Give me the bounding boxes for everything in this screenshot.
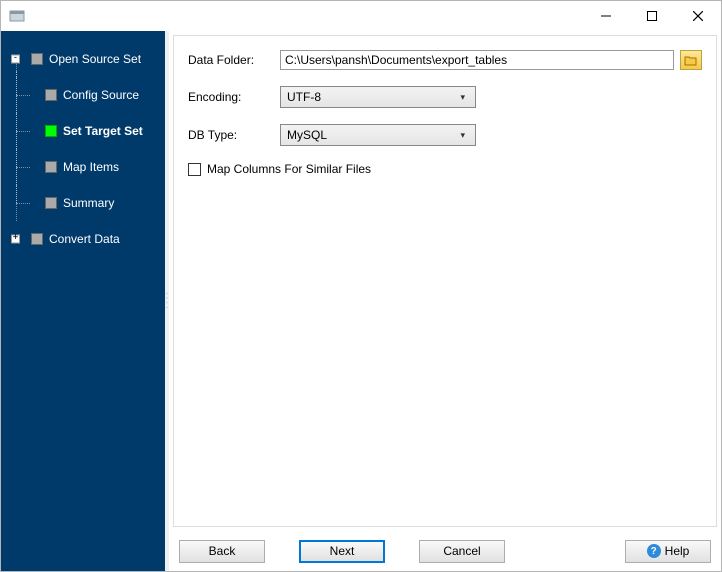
cancel-button[interactable]: Cancel — [419, 540, 505, 563]
row-db-type: DB Type: MySQL ▾ — [188, 124, 702, 146]
row-data-folder: Data Folder: — [188, 50, 702, 70]
encoding-combo[interactable]: UTF-8 ▾ — [280, 86, 476, 108]
row-map-columns[interactable]: Map Columns For Similar Files — [188, 162, 702, 176]
db-type-value: MySQL — [287, 128, 327, 142]
help-button[interactable]: ? Help — [625, 540, 711, 563]
label-db-type: DB Type: — [188, 128, 280, 142]
app-window: Open Source Set Config Source Set Target… — [0, 0, 722, 572]
main-panel: Data Folder: Encoding: UTF-8 ▾ DB Type: — [169, 31, 721, 571]
step-icon — [45, 89, 57, 101]
chevron-down-icon: ▾ — [460, 130, 465, 141]
tree-label: Config Source — [63, 88, 139, 102]
wizard-tree: Open Source Set Config Source Set Target… — [1, 41, 165, 257]
row-encoding: Encoding: UTF-8 ▾ — [188, 86, 702, 108]
label-encoding: Encoding: — [188, 90, 280, 104]
expander-icon[interactable] — [11, 235, 20, 244]
maximize-button[interactable] — [629, 1, 675, 31]
db-type-combo[interactable]: MySQL ▾ — [280, 124, 476, 146]
folder-open-icon — [684, 54, 698, 66]
titlebar — [1, 1, 721, 31]
label-map-columns: Map Columns For Similar Files — [207, 162, 371, 176]
tree-label: Convert Data — [49, 232, 120, 246]
step-icon — [45, 197, 57, 209]
tree-node-set-target-set[interactable]: Set Target Set — [7, 113, 165, 149]
help-icon: ? — [647, 544, 661, 558]
tree-node-config-source[interactable]: Config Source — [7, 77, 165, 113]
map-columns-checkbox[interactable] — [188, 163, 201, 176]
tree-node-open-source-set[interactable]: Open Source Set — [7, 41, 165, 77]
label-data-folder: Data Folder: — [188, 53, 280, 67]
minimize-button[interactable] — [583, 1, 629, 31]
encoding-value: UTF-8 — [287, 90, 321, 104]
data-folder-input[interactable] — [280, 50, 674, 70]
window-controls — [583, 1, 721, 31]
tree-node-summary[interactable]: Summary — [7, 185, 165, 221]
next-button[interactable]: Next — [299, 540, 385, 563]
tree-label: Set Target Set — [63, 124, 143, 138]
expander-icon[interactable] — [11, 55, 20, 64]
step-icon — [45, 161, 57, 173]
back-button[interactable]: Back — [179, 540, 265, 563]
tree-label: Open Source Set — [49, 52, 141, 66]
button-bar: Back Next Cancel ? Help — [169, 531, 721, 571]
body: Open Source Set Config Source Set Target… — [1, 31, 721, 571]
tree-node-convert-data[interactable]: Convert Data — [7, 221, 165, 257]
tree-label: Map Items — [63, 160, 119, 174]
tree-label: Summary — [63, 196, 114, 210]
close-button[interactable] — [675, 1, 721, 31]
wizard-sidebar: Open Source Set Config Source Set Target… — [1, 31, 165, 571]
browse-folder-button[interactable] — [680, 50, 702, 70]
step-icon — [45, 125, 57, 137]
form-area: Data Folder: Encoding: UTF-8 ▾ DB Type: — [173, 35, 717, 527]
chevron-down-icon: ▾ — [460, 92, 465, 103]
app-icon — [9, 8, 25, 24]
tree-node-map-items[interactable]: Map Items — [7, 149, 165, 185]
step-icon — [31, 53, 43, 65]
step-icon — [31, 233, 43, 245]
